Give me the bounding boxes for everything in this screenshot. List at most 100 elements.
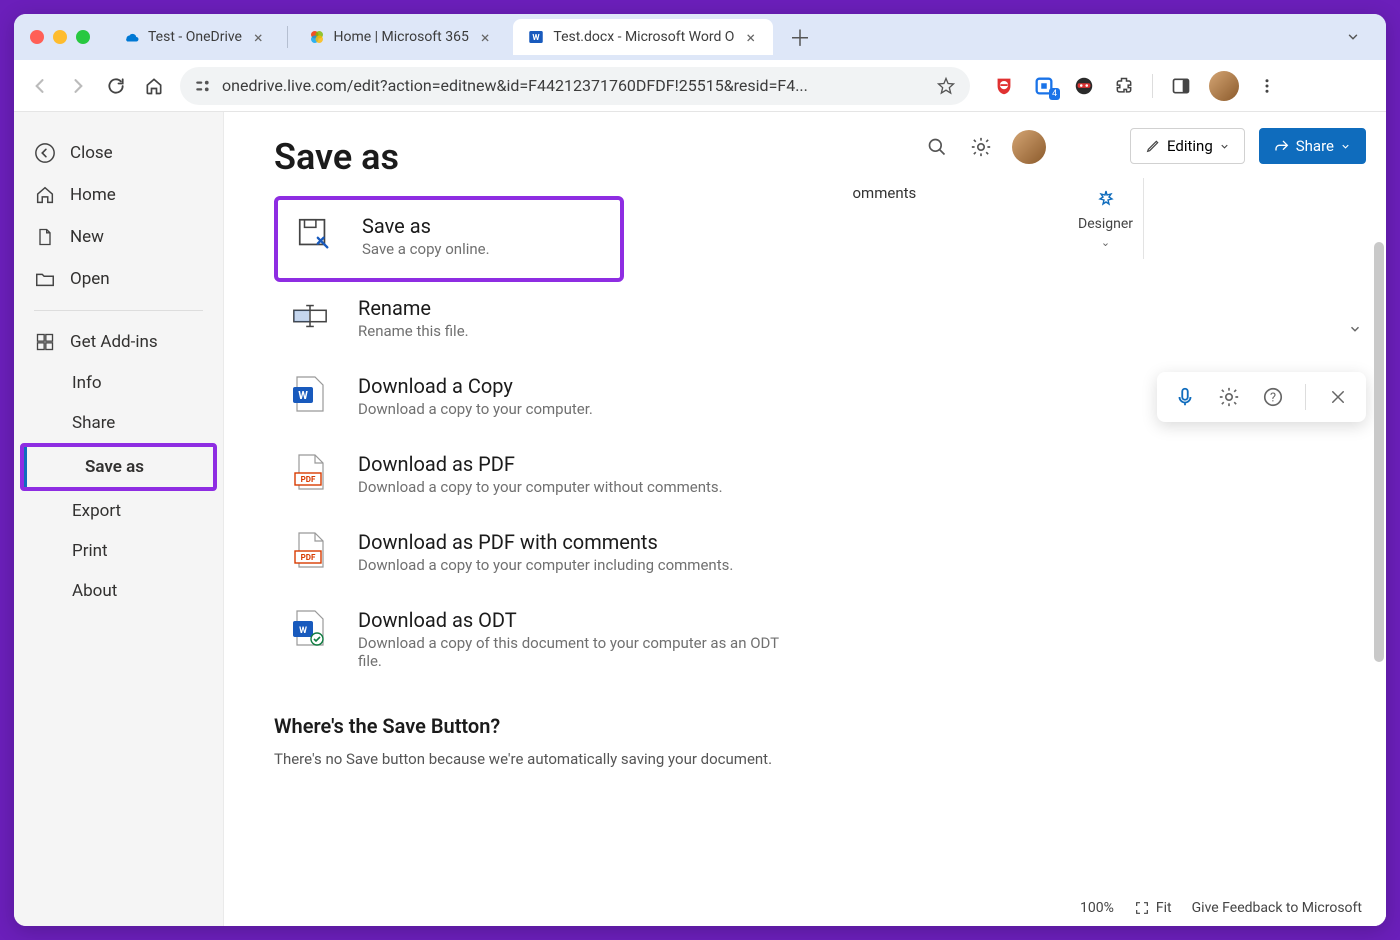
extension-badge: 4: [1049, 88, 1060, 100]
background-app: omments Editing Share: [855, 112, 1387, 926]
sidebar-new[interactable]: New: [14, 216, 223, 258]
chevron-down-icon: ⌄: [1101, 236, 1110, 249]
option-desc: Download a copy of this document to your…: [358, 634, 789, 670]
settings-icon[interactable]: [968, 134, 994, 160]
new-tab-button[interactable]: ＋: [779, 17, 821, 57]
tab-title: Test - OneDrive: [148, 29, 242, 45]
ublock-icon[interactable]: [992, 74, 1016, 98]
feedback-link[interactable]: Give Feedback to Microsoft: [1192, 900, 1362, 916]
profile-avatar[interactable]: [1209, 71, 1239, 101]
fit-icon: [1134, 900, 1150, 916]
option-rename[interactable]: Rename Rename this file.: [274, 282, 805, 354]
microphone-icon[interactable]: [1173, 385, 1197, 409]
editing-mode-button[interactable]: Editing: [1130, 128, 1245, 164]
browser-menu-button[interactable]: [1255, 74, 1279, 98]
option-download-copy[interactable]: W Download a Copy Download a copy to you…: [274, 360, 805, 432]
odt-icon: W: [290, 608, 330, 648]
sidebar-label: Save as: [85, 457, 144, 477]
pdf-icon: PDF: [290, 530, 330, 570]
sidebar-export[interactable]: Export: [14, 491, 223, 531]
svg-text:W: W: [533, 33, 541, 43]
tab-overflow-button[interactable]: [1338, 22, 1368, 52]
info-section: Where's the Save Button? There's no Save…: [274, 714, 805, 768]
comments-button-fragment[interactable]: omments: [853, 184, 917, 202]
sidebar-print[interactable]: Print: [14, 531, 223, 571]
browser-tabbar: Test - OneDrive × Home | Microsoft 365 ×…: [14, 14, 1386, 60]
option-desc: Save a copy online.: [362, 240, 490, 258]
browser-toolbar: onedrive.live.com/edit?action=editnew&id…: [14, 60, 1386, 112]
user-avatar[interactable]: [1012, 130, 1046, 164]
share-icon: [1274, 138, 1290, 154]
pencil-icon: [1145, 138, 1161, 154]
designer-button[interactable]: Designer ⌄: [1068, 178, 1144, 259]
option-download-pdf[interactable]: PDF Download as PDF Download a copy to y…: [274, 438, 805, 510]
word-icon: W: [527, 28, 545, 46]
ribbon-collapse-chevron[interactable]: [1348, 322, 1362, 336]
extension-ninja-icon[interactable]: [1072, 74, 1096, 98]
pdf-icon: PDF: [290, 452, 330, 492]
svg-text:W: W: [298, 389, 308, 402]
back-button[interactable]: [28, 74, 52, 98]
tab-onedrive[interactable]: Test - OneDrive ×: [108, 19, 281, 55]
sidebar-share[interactable]: Share: [14, 403, 223, 443]
designer-icon: [1094, 188, 1118, 212]
option-title: Download a Copy: [358, 374, 593, 398]
sidebar-saveas[interactable]: Save as: [24, 447, 213, 487]
site-settings-icon[interactable]: [194, 77, 212, 95]
close-tab-button[interactable]: ×: [477, 26, 494, 49]
option-download-pdf-comments[interactable]: PDF Download as PDF with comments Downlo…: [274, 516, 805, 588]
option-desc: Rename this file.: [358, 322, 469, 340]
help-icon[interactable]: ?: [1261, 385, 1285, 409]
bookmark-star-icon[interactable]: [936, 76, 956, 96]
extensions-button[interactable]: [1112, 74, 1136, 98]
option-title: Download as PDF with comments: [358, 530, 733, 554]
info-title: Where's the Save Button?: [274, 714, 805, 738]
button-label: Share: [1296, 137, 1334, 155]
sidebar-close[interactable]: Close: [14, 132, 223, 174]
side-panel-button[interactable]: [1169, 74, 1193, 98]
url-text: onedrive.live.com/edit?action=editnew&id…: [222, 76, 926, 95]
home-button[interactable]: [142, 74, 166, 98]
fit-button[interactable]: Fit: [1134, 900, 1172, 916]
sidebar-about[interactable]: About: [14, 571, 223, 611]
chevron-down-icon: [1346, 30, 1360, 44]
status-bar: 100% Fit Give Feedback to Microsoft: [1056, 890, 1386, 926]
file-menu-sidebar: Close Home New Open Get Add-ins Info Sh: [14, 112, 224, 926]
tab-m365[interactable]: Home | Microsoft 365 ×: [294, 19, 508, 55]
sidebar-home[interactable]: Home: [14, 174, 223, 216]
close-window-button[interactable]: [30, 30, 44, 44]
folder-icon: [34, 268, 56, 290]
extension-icon[interactable]: 4: [1032, 74, 1056, 98]
back-arrow-icon: [34, 142, 56, 164]
forward-button[interactable]: [66, 74, 90, 98]
reload-button[interactable]: [104, 74, 128, 98]
option-desc: Download a copy to your computer without…: [358, 478, 723, 496]
chevron-down-icon: [1340, 141, 1351, 152]
option-title: Download as PDF: [358, 452, 723, 476]
close-tab-button[interactable]: ×: [742, 26, 759, 49]
sidebar-addins[interactable]: Get Add-ins: [14, 321, 223, 363]
option-desc: Download a copy to your computer includi…: [358, 556, 733, 574]
close-tab-button[interactable]: ×: [250, 26, 267, 49]
option-download-odt[interactable]: W Download as ODT Download a copy of thi…: [274, 594, 805, 684]
sidebar-info[interactable]: Info: [14, 363, 223, 403]
dictation-settings-icon[interactable]: [1217, 385, 1241, 409]
button-label: Editing: [1167, 137, 1213, 155]
close-dictation-icon[interactable]: [1326, 385, 1350, 409]
file-icon: [34, 226, 56, 248]
maximize-window-button[interactable]: [76, 30, 90, 44]
rename-icon: [290, 296, 330, 336]
search-icon[interactable]: [924, 134, 950, 160]
sidebar-label: Info: [72, 373, 102, 393]
address-bar[interactable]: onedrive.live.com/edit?action=editnew&id…: [180, 67, 970, 105]
zoom-level[interactable]: 100%: [1080, 900, 1114, 916]
sidebar-open[interactable]: Open: [14, 258, 223, 300]
sidebar-label: About: [72, 581, 117, 601]
scrollbar-thumb[interactable]: [1374, 242, 1384, 662]
share-button[interactable]: Share: [1259, 128, 1366, 164]
sidebar-label: Close: [70, 143, 113, 163]
tab-word-active[interactable]: W Test.docx - Microsoft Word O ×: [513, 19, 773, 55]
minimize-window-button[interactable]: [53, 30, 67, 44]
option-saveas[interactable]: Save as Save a copy online.: [278, 200, 620, 272]
sidebar-label: Share: [72, 413, 115, 433]
